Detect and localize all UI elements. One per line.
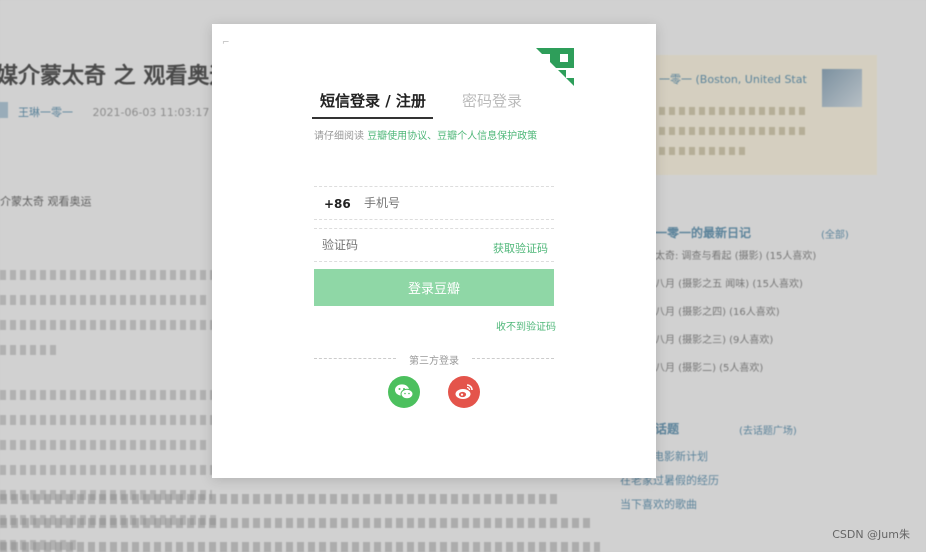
wechat-login-button[interactable]: [388, 376, 420, 408]
agreement-notice: 请仔细阅读 豆瓣使用协议、豆瓣个人信息保护政策: [314, 127, 554, 147]
login-dialog: ⌐ 短信登录 / 注册 密码登录 请仔细阅读 豆瓣使用协议、豆瓣个人信息保护政策…: [212, 24, 656, 478]
login-button[interactable]: 登录豆瓣: [314, 269, 554, 306]
login-tabs: 短信登录 / 注册 密码登录: [312, 90, 554, 120]
tab-sms-login[interactable]: 短信登录 / 注册: [320, 90, 426, 111]
get-code-button[interactable]: 获取验证码: [493, 240, 548, 256]
weibo-login-button[interactable]: [448, 376, 480, 408]
qr-login-toggle[interactable]: [536, 48, 574, 86]
weibo-icon: [455, 384, 473, 399]
agreement-prefix: 请仔细阅读: [314, 131, 364, 142]
no-code-link[interactable]: 收不到验证码: [496, 318, 556, 333]
active-tab-indicator: [312, 117, 433, 119]
corner-mark-icon: ⌐: [222, 38, 230, 48]
agreement-link[interactable]: 豆瓣使用协议、豆瓣个人信息保护政策: [367, 131, 537, 142]
watermark: CSDN @Jum朱: [832, 528, 910, 541]
third-party-label: 第三方登录: [409, 356, 459, 367]
tab-password-login[interactable]: 密码登录: [462, 90, 522, 111]
phone-field: +86: [314, 186, 554, 220]
verification-code-input[interactable]: [322, 238, 472, 252]
phone-input[interactable]: [364, 196, 544, 210]
wechat-icon: [395, 384, 414, 400]
code-field: 获取验证码: [314, 228, 554, 262]
country-code-selector[interactable]: +86: [324, 197, 351, 211]
third-party-divider: 第三方登录: [314, 352, 554, 367]
